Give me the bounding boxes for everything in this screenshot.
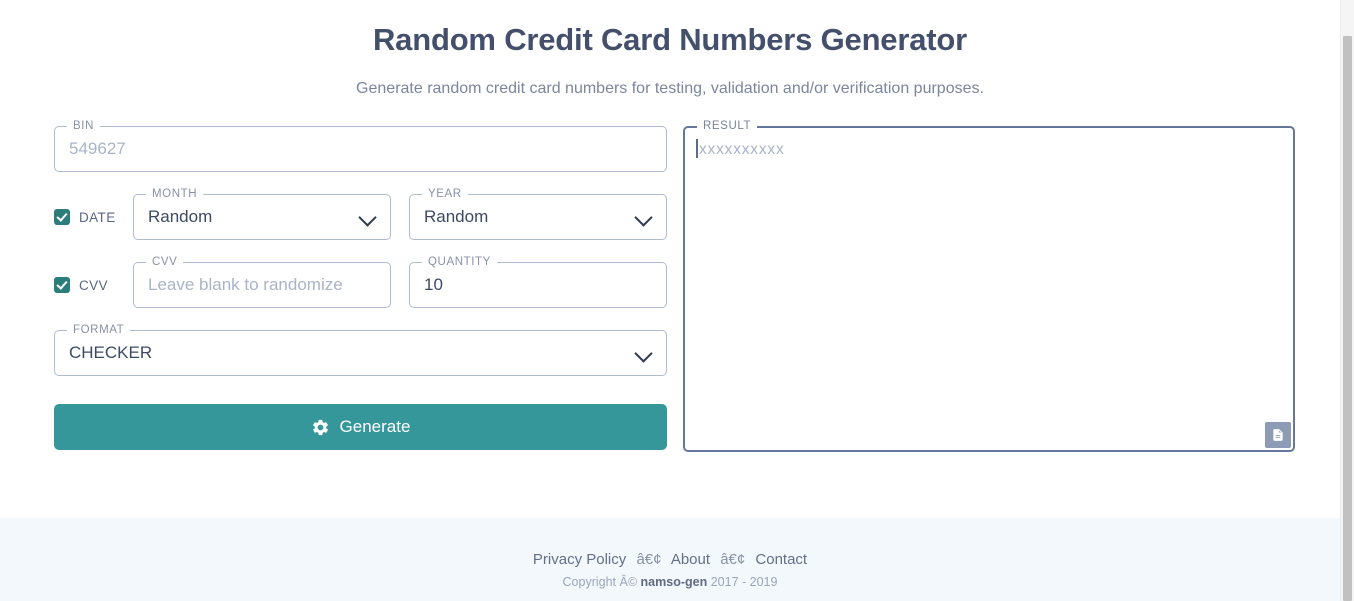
format-row: FORMAT CHECKER bbox=[54, 323, 667, 376]
cvv-input[interactable]: Leave blank to randomize bbox=[148, 274, 376, 296]
page-header: Random Credit Card Numbers Generator Gen… bbox=[0, 0, 1340, 100]
footer-links: Privacy Policy â€¢ About â€¢ Contact bbox=[0, 550, 1340, 570]
quantity-field[interactable]: QUANTITY 10 bbox=[409, 255, 667, 308]
result-placeholder: xxxxxxxxxx bbox=[696, 139, 785, 160]
cvv-inputs: CVV Leave blank to randomize QUANTITY 10 bbox=[133, 255, 667, 308]
month-select[interactable]: MONTH Random bbox=[133, 187, 391, 240]
page-scrollbar[interactable] bbox=[1340, 0, 1354, 601]
footer-link-contact[interactable]: Contact bbox=[755, 551, 807, 568]
quantity-input[interactable]: 10 bbox=[424, 274, 652, 296]
result-panel: RESULT xxxxxxxxxx bbox=[683, 119, 1295, 452]
generate-button[interactable]: Generate bbox=[54, 404, 667, 450]
footer-link-privacy-policy[interactable]: Privacy Policy bbox=[533, 551, 626, 568]
format-select[interactable]: FORMAT CHECKER bbox=[54, 323, 667, 376]
bin-row: BIN 549627 bbox=[54, 119, 667, 172]
format-select-value: CHECKER bbox=[69, 343, 153, 362]
cvv-checkbox-label: CVV bbox=[79, 277, 108, 293]
page-footer: Privacy Policy â€¢ About â€¢ Contact Cop… bbox=[0, 518, 1340, 601]
generator-form: BIN 549627 DATE MONTH Random YEAR Random… bbox=[54, 119, 667, 450]
footer-separator: â€¢ bbox=[636, 551, 662, 568]
cvv-field[interactable]: CVV Leave blank to randomize bbox=[133, 255, 391, 308]
year-legend: YEAR bbox=[422, 187, 468, 201]
scrollbar-thumb[interactable] bbox=[1343, 36, 1352, 601]
bin-field[interactable]: BIN 549627 bbox=[54, 119, 667, 172]
date-checkbox[interactable] bbox=[54, 209, 70, 225]
date-checkbox-label: DATE bbox=[79, 209, 116, 225]
format-legend: FORMAT bbox=[67, 323, 131, 337]
page-container: Random Credit Card Numbers Generator Gen… bbox=[0, 0, 1340, 601]
footer-copyright: Copyright Â© namso-gen 2017 - 2019 bbox=[0, 570, 1340, 591]
chevron-down-icon bbox=[636, 345, 652, 361]
copyright-prefix: Copyright Â© bbox=[562, 575, 638, 589]
copyright-years: 2017 - 2019 bbox=[710, 575, 778, 589]
year-select-value: Random bbox=[424, 207, 489, 226]
copyright-brand: namso-gen bbox=[640, 575, 708, 589]
result-textarea[interactable]: RESULT xxxxxxxxxx bbox=[683, 119, 1295, 452]
main-content: BIN 549627 DATE MONTH Random YEAR Random… bbox=[0, 100, 1340, 452]
quantity-legend: QUANTITY bbox=[422, 255, 497, 269]
copy-document-icon bbox=[1273, 429, 1283, 441]
cvv-legend: CVV bbox=[146, 255, 184, 269]
bin-legend: BIN bbox=[67, 119, 100, 133]
page-title: Random Credit Card Numbers Generator bbox=[373, 22, 967, 57]
chevron-down-icon bbox=[360, 209, 376, 225]
chevron-down-icon bbox=[636, 209, 652, 225]
generate-button-label: Generate bbox=[339, 417, 411, 436]
year-select[interactable]: YEAR Random bbox=[409, 187, 667, 240]
footer-link-about[interactable]: About bbox=[671, 551, 710, 568]
cvv-checkbox[interactable] bbox=[54, 277, 70, 293]
footer-separator: â€¢ bbox=[720, 551, 746, 568]
bin-input[interactable]: 549627 bbox=[69, 138, 652, 160]
month-legend: MONTH bbox=[146, 187, 204, 201]
gear-icon bbox=[312, 419, 328, 435]
page-subtitle: Generate random credit card numbers for … bbox=[356, 80, 984, 97]
month-select-value: Random bbox=[148, 207, 213, 226]
date-row: DATE MONTH Random YEAR Random bbox=[54, 187, 667, 240]
cvv-row: CVV CVV Leave blank to randomize QUANTIT… bbox=[54, 255, 667, 308]
text-caret bbox=[696, 139, 698, 158]
result-legend: RESULT bbox=[697, 119, 758, 133]
date-selects: MONTH Random YEAR Random bbox=[133, 187, 667, 240]
copy-result-button[interactable] bbox=[1265, 422, 1291, 448]
